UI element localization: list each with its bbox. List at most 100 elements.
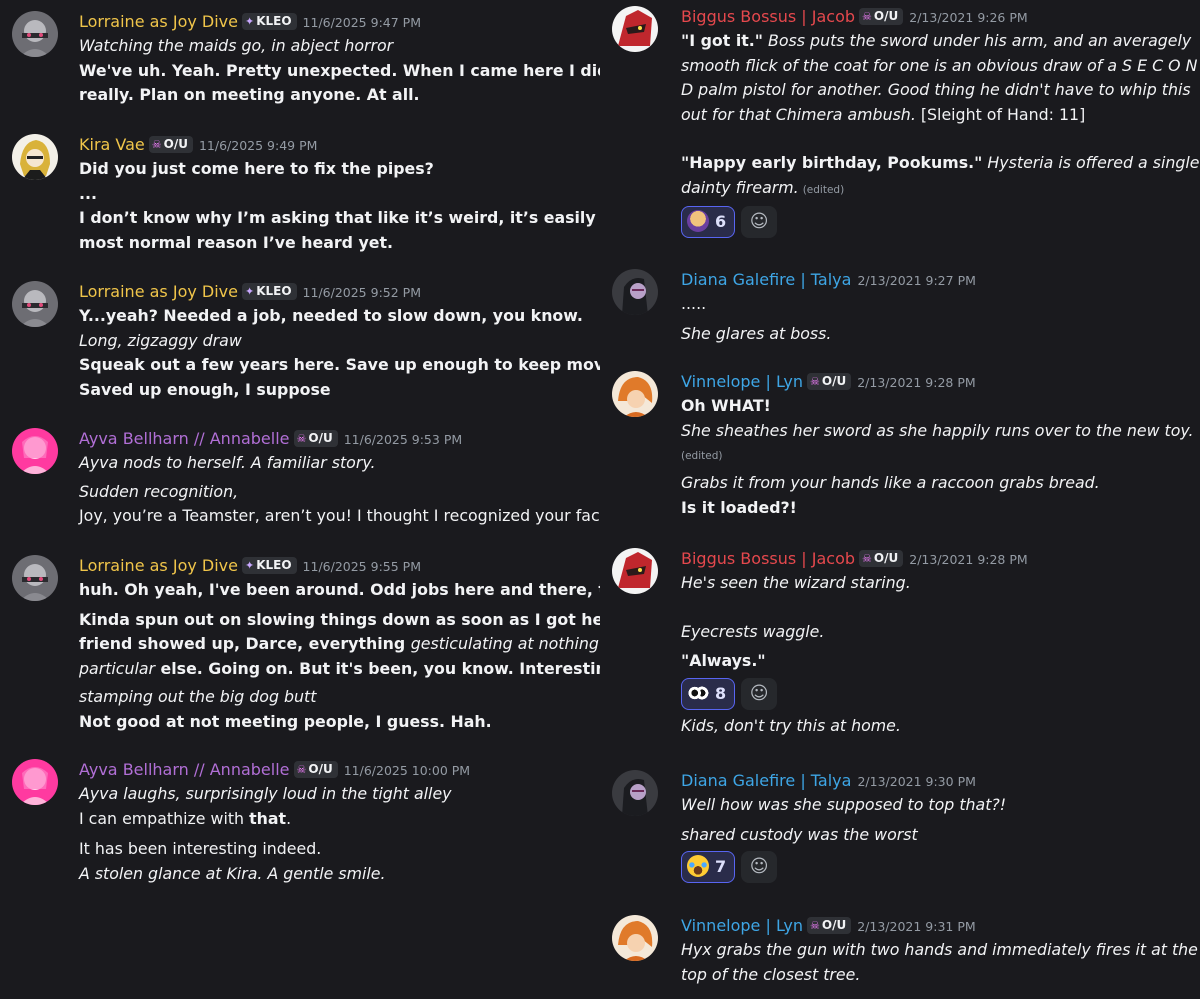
message-line: Hyx grabs the gun with two hands and imm… — [681, 940, 1198, 959]
role-tag: ☠ O/U — [807, 917, 852, 934]
reaction-button[interactable]: 6 — [681, 206, 736, 238]
avatar[interactable] — [612, 548, 658, 594]
username[interactable]: Biggus Bossus | Jacob — [681, 549, 855, 568]
timestamp: 11/6/2025 9:55 PM — [302, 559, 421, 574]
message-line: Squeak out a few years here. Save up eno… — [79, 355, 600, 374]
timestamp: 2/13/2021 9:28 PM — [857, 375, 976, 390]
message-line: ... — [79, 183, 98, 203]
message-text: . — [286, 808, 292, 828]
message-line: Not good at not meeting people, I guess.… — [79, 711, 492, 731]
avatar[interactable] — [612, 915, 658, 961]
avatar[interactable] — [612, 770, 658, 816]
timestamp: 11/6/2025 9:52 PM — [302, 285, 421, 300]
message-line: He's seen the wizard staring. — [681, 573, 911, 592]
username[interactable]: Lorraine as Joy Dive — [79, 556, 238, 575]
username[interactable]: Ayva Bellharn // Annabelle — [79, 429, 290, 448]
smiley-icon: ☺ — [749, 682, 769, 704]
message-line: Eyecrests waggle. — [681, 621, 825, 641]
smiley-icon: ☺ — [749, 211, 769, 232]
message-line: Joy, you’re a Teamster, aren’t you! I th… — [79, 506, 600, 525]
role-tag: ☠ O/U — [859, 8, 904, 25]
message-line: She sheathes her sword as she happily ru… — [681, 420, 1194, 440]
message-header: Diana Galefire | Talya 2/13/2021 9:27 PM — [681, 268, 1194, 292]
message-header: Lorraine as Joy Dive ✦ KLEO 11/6/2025 9:47 … — [79, 10, 594, 34]
message-text: Hysteria is offered a single — [982, 153, 1200, 172]
skull-icon: ☠ — [296, 432, 307, 445]
message-header: Ayva Bellharn // Annabelle ☠ O/U 11/6/2025 … — [79, 427, 594, 451]
avatar[interactable] — [612, 371, 658, 417]
message-header: Biggus Bossus | Jacob ☠ O/U 2/13/2021 9:28 … — [681, 547, 1194, 571]
message-line: Kinda spun out on slowing things down as… — [79, 609, 600, 629]
avatar[interactable] — [12, 281, 58, 327]
message-line: I don’t know why I’m asking that like it… — [79, 208, 600, 227]
reaction-button[interactable]: 8 — [681, 677, 736, 710]
message-text: particular — [79, 658, 156, 678]
role-tag: ✦ KLEO — [241, 557, 297, 574]
message-line: A stolen glance at Kira. A gentle smile. — [79, 863, 386, 883]
message-line: stamping out the big dog butt — [79, 687, 317, 706]
timestamp: 11/6/2025 9:49 PM — [198, 138, 318, 153]
avatar[interactable] — [612, 6, 658, 52]
message-line: huh. Oh yeah, I've been around. Odd jobs… — [79, 580, 600, 599]
role-tag: ☠ O/U — [807, 373, 852, 390]
username[interactable]: Kira Vae — [79, 135, 145, 154]
message-text: I can empathize with — [79, 808, 250, 828]
username[interactable]: Biggus Bossus | Jacob — [681, 7, 855, 26]
username[interactable]: Lorraine as Joy Dive — [79, 282, 238, 301]
avatar[interactable] — [612, 269, 658, 315]
timestamp: 11/6/2025 10:00 PM — [343, 763, 471, 778]
role-tag: ☠ O/U — [859, 550, 904, 567]
role-tag: ✦ KLEO — [241, 13, 297, 30]
right-chat-column: Biggus Bossus | Jacob ☠ O/U 2/13/2021 9:26 … — [600, 0, 1200, 999]
message-line: "Always." — [681, 651, 766, 670]
username[interactable]: Vinnelope | Lyn — [681, 916, 803, 935]
message-line: friend showed up, Darce, everything gest… — [79, 632, 600, 657]
add-reaction-button[interactable]: ☺ — [741, 851, 778, 883]
avatar[interactable] — [12, 11, 58, 57]
message-text: Boss puts the sword under his arm, and a… — [763, 31, 1192, 50]
eyes-emoji — [687, 681, 709, 704]
avatar[interactable] — [12, 759, 58, 805]
reaction-count: 7 — [715, 857, 727, 876]
avatar[interactable] — [12, 134, 58, 180]
message-line: ..... — [681, 294, 707, 313]
message-header: Ayva Bellharn // Annabelle ☠ O/U 11/6/2025 … — [79, 758, 594, 782]
message-line: We've uh. Yeah. Pretty unexpected. When … — [79, 60, 600, 80]
message-line: Is it loaded?! — [681, 497, 797, 517]
username[interactable]: Lorraine as Joy Dive — [79, 12, 238, 31]
message-text: that — [249, 808, 287, 828]
message-line: out for that Chimera ambush. [Sleight of… — [681, 103, 1194, 128]
username[interactable]: Diana Galefire | Talya — [681, 270, 851, 289]
message-line: Ayva laughs, surprisingly loud in the ti… — [79, 784, 452, 803]
message-text: out for that Chimera ambush. — [681, 104, 916, 124]
role-tag: ☠ O/U — [293, 430, 338, 447]
edited-label: (edited) — [681, 450, 723, 462]
timestamp: 11/6/2025 9:53 PM — [343, 432, 463, 447]
reaction-count: 8 — [715, 683, 727, 703]
username[interactable]: Diana Galefire | Talya — [681, 771, 851, 790]
smiley-icon: ☺ — [749, 856, 769, 877]
username[interactable]: Vinnelope | Lyn — [681, 372, 803, 391]
avatar[interactable] — [12, 555, 58, 601]
add-reaction-button[interactable]: ☺ — [741, 206, 778, 238]
reaction-button[interactable]: 7 — [681, 851, 736, 883]
username[interactable]: Ayva Bellharn // Annabelle — [79, 760, 290, 779]
reaction-count: 6 — [715, 212, 727, 231]
message-line: Did you just come here to fix the pipes? — [79, 159, 434, 178]
skull-icon: ☠ — [151, 138, 162, 151]
avatar[interactable] — [12, 428, 58, 474]
timestamp: 2/13/2021 9:26 PM — [909, 10, 1028, 25]
sunglasses-cowboy-emoji — [687, 210, 709, 232]
add-reaction-button[interactable]: ☺ — [741, 677, 778, 710]
skull-icon: ☠ — [296, 763, 307, 776]
skull-icon: ☠ — [810, 375, 820, 388]
message-header: Vinnelope | Lyn ☠ O/U 2/13/2021 9:31 PM — [681, 914, 1194, 938]
flame-icon: ✦ — [244, 559, 255, 572]
message-text: friend showed up, Darce, everything — [79, 634, 406, 653]
joy-emoji — [687, 855, 709, 877]
skull-icon: ☠ — [862, 552, 872, 565]
message-line: really. Plan on meeting anyone. At all. — [79, 85, 420, 104]
message-header: Biggus Bossus | Jacob ☠ O/U 2/13/2021 9:26 … — [681, 5, 1194, 29]
reactions: 6 ☺ — [681, 206, 1194, 240]
message-line: particular else. Going on. But it's been… — [79, 657, 600, 682]
